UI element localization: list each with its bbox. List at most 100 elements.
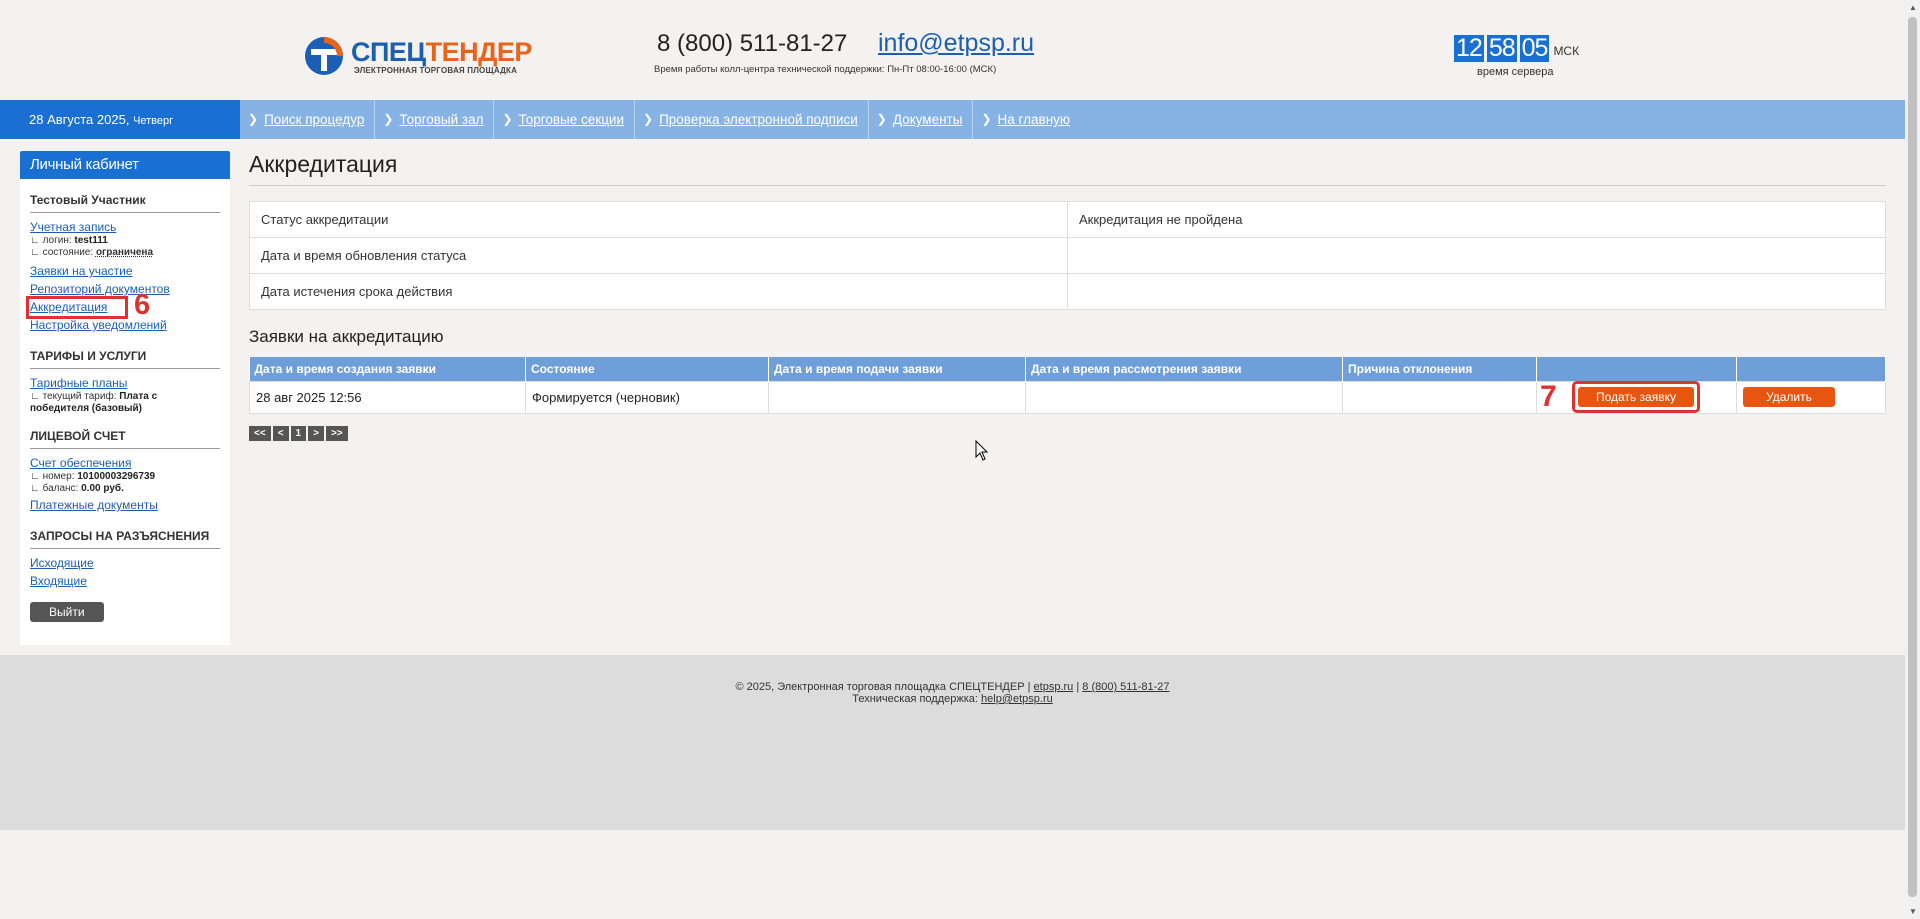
header-email-link[interactable]: info@etpsp.ru bbox=[878, 29, 1034, 58]
user-name: Тестовый Участник bbox=[30, 179, 220, 213]
sidebar-item-payments[interactable]: Платежные документы bbox=[30, 498, 220, 513]
sidebar-item-incoming[interactable]: Входящие bbox=[30, 574, 220, 589]
sidebar-header: Личный кабинет bbox=[20, 151, 230, 179]
expiry-value bbox=[1067, 273, 1886, 310]
col-submit bbox=[1536, 357, 1737, 381]
clock-minutes: 58 bbox=[1486, 34, 1517, 62]
mouse-cursor-icon bbox=[975, 440, 989, 461]
requests-title: ЗАПРОСЫ НА РАЗЪЯСНЕНИЯ bbox=[30, 513, 220, 549]
page-title: Аккредитация bbox=[249, 151, 1886, 186]
state-info: ∟ состояние: ограничена bbox=[30, 247, 154, 258]
cell-reviewed bbox=[1025, 380, 1343, 414]
col-state: Состояние bbox=[525, 357, 769, 381]
cell-state: Формируется (черновик) bbox=[525, 380, 769, 414]
logo-subtitle: ЭЛЕКТРОННАЯ ТОРГОВАЯ ПЛОЩАДКА bbox=[354, 66, 518, 75]
logo-mark-icon bbox=[305, 37, 343, 75]
sidebar-item-repository[interactable]: Репозиторий документов bbox=[30, 282, 220, 297]
main-content: Аккредитация Статус аккредитации Аккреди… bbox=[249, 151, 1886, 441]
tariff-info: ∟ текущий тариф: Плата с победителя (базо… bbox=[30, 391, 158, 414]
delete-button[interactable]: Удалить bbox=[1743, 387, 1835, 407]
status-updated-value bbox=[1067, 237, 1886, 274]
cell-submit: 7 Подать заявку bbox=[1536, 379, 1737, 414]
page-last-button[interactable]: >> bbox=[325, 425, 348, 441]
chevron-right-icon: ❯ bbox=[248, 112, 259, 126]
chevron-right-icon: ❯ bbox=[643, 112, 654, 126]
status-updated-label: Дата и время обновления статуса bbox=[249, 237, 1068, 274]
accreditation-status-table: Статус аккредитации Аккредитация не прой… bbox=[249, 201, 1886, 310]
support-hours: Время работы колл-центра технической под… bbox=[654, 64, 997, 75]
account-balance: ∟ баланс: 0.00 руб. bbox=[30, 483, 124, 494]
chevron-right-icon: ❯ bbox=[876, 112, 887, 126]
nav-item-trading-hall[interactable]: ❯ Торговый зал bbox=[375, 100, 495, 139]
nav-item-signature-check[interactable]: ❯ Проверка электронной подписи bbox=[635, 100, 869, 139]
step-marker-6: 6 bbox=[134, 289, 151, 321]
nav-item-home[interactable]: ❯ На главную bbox=[973, 100, 1080, 139]
sidebar-item-account[interactable]: Учетная запись bbox=[30, 220, 220, 235]
clock-seconds: 05 bbox=[1519, 34, 1550, 62]
table-row: Дата и время обновления статуса bbox=[249, 237, 1886, 274]
cell-created: 28 авг 2025 12:56 bbox=[249, 380, 526, 414]
status-value: Аккредитация не пройдена bbox=[1067, 201, 1886, 238]
cell-submitted bbox=[768, 380, 1026, 414]
cell-reason bbox=[1342, 380, 1537, 414]
sidebar-item-applications[interactable]: Заявки на участие bbox=[30, 264, 220, 279]
nav-item-search[interactable]: ❯ Поиск процедур bbox=[240, 100, 376, 139]
col-created: Дата и время создания заявки bbox=[249, 357, 526, 381]
submit-highlight: Подать заявку bbox=[1572, 381, 1700, 413]
col-delete bbox=[1736, 357, 1886, 381]
sidebar-item-accreditation[interactable]: Аккредитация bbox=[26, 296, 128, 319]
page-1-button[interactable]: 1 bbox=[290, 425, 307, 441]
footer-copyright: © 2025, Электронная торговая площадка СП… bbox=[735, 681, 1170, 693]
sidebar-item-notifications[interactable]: Настройка уведомлений bbox=[30, 318, 220, 333]
step-marker-7: 7 bbox=[1540, 379, 1557, 413]
cell-delete: Удалить bbox=[1736, 380, 1886, 414]
clock-label: время сервера bbox=[1477, 66, 1554, 78]
page-next-button[interactable]: > bbox=[308, 425, 324, 441]
sidebar-item-tariffs[interactable]: Тарифные планы bbox=[30, 376, 220, 391]
header-phone: 8 (800) 511-81-27 bbox=[657, 30, 848, 57]
footer-support: Техническая поддержка: help@etpsp.ru bbox=[852, 693, 1053, 705]
scroll-thumb[interactable] bbox=[1908, 17, 1917, 897]
status-label: Статус аккредитации bbox=[249, 201, 1068, 238]
table-row: Статус аккредитации Аккредитация не прой… bbox=[249, 201, 1886, 238]
nav-item-documents[interactable]: ❯ Документы bbox=[869, 100, 974, 139]
sidebar-item-deposit[interactable]: Счет обеспечения bbox=[30, 456, 220, 471]
page-scrollbar[interactable]: ▲ ▼ bbox=[1905, 0, 1920, 919]
clock-timezone: МСК bbox=[1553, 44, 1580, 58]
table-row: Дата истечения срока действия bbox=[249, 273, 1886, 310]
current-date: 28 Августа 2025, Четверг bbox=[0, 100, 240, 139]
site-logo[interactable]: СПЕЦТЕНДЕР ЭЛЕКТРОННАЯ ТОРГОВАЯ ПЛОЩАДКА bbox=[303, 33, 543, 79]
site-header: СПЕЦТЕНДЕР ЭЛЕКТРОННАЯ ТОРГОВАЯ ПЛОЩАДКА… bbox=[0, 0, 1905, 100]
footer-phone-link[interactable]: 8 (800) 511-81-27 bbox=[1082, 681, 1169, 693]
tariffs-title: ТАРИФЫ И УСЛУГИ bbox=[30, 333, 220, 369]
account-number: ∟ номер: 10100003296739 bbox=[30, 471, 156, 482]
clock-hours: 12 bbox=[1454, 34, 1484, 62]
scroll-up-icon[interactable]: ▲ bbox=[1909, 3, 1917, 12]
main-nav: 28 Августа 2025, Четверг ❯ Поиск процедур… bbox=[0, 100, 1905, 139]
sidebar-item-outgoing[interactable]: Исходящие bbox=[30, 556, 220, 571]
expiry-label: Дата истечения срока действия bbox=[249, 273, 1068, 310]
table-row: 28 авг 2025 12:56 Формируется (черновик)… bbox=[249, 379, 1886, 414]
site-footer: © 2025, Электронная торговая площадка СП… bbox=[0, 655, 1905, 830]
chevron-right-icon: ❯ bbox=[383, 112, 394, 126]
accreditation-requests-table: Дата и время создания заявки Состояние Д… bbox=[249, 357, 1886, 414]
server-clock: 12 58 05 МСК bbox=[1454, 35, 1579, 62]
logout-button[interactable]: Выйти bbox=[30, 602, 104, 622]
scroll-down-icon[interactable]: ▼ bbox=[1909, 907, 1917, 916]
footer-support-email[interactable]: help@etpsp.ru bbox=[981, 693, 1053, 705]
page-first-button[interactable]: << bbox=[249, 425, 271, 441]
logo-wordmark: СПЕЦТЕНДЕР bbox=[351, 37, 532, 67]
requests-section-title: Заявки на аккредитацию bbox=[249, 327, 444, 346]
submit-application-button[interactable]: Подать заявку bbox=[1578, 387, 1694, 407]
page-prev-button[interactable]: < bbox=[272, 425, 289, 441]
nav-item-trading-sections[interactable]: ❯ Торговые секции bbox=[494, 100, 636, 139]
chevron-right-icon: ❯ bbox=[502, 112, 513, 126]
col-reason: Причина отклонения bbox=[1342, 357, 1537, 381]
table-header: Дата и время создания заявки Состояние Д… bbox=[249, 357, 1886, 381]
col-reviewed: Дата и время рассмотрения заявки bbox=[1025, 357, 1343, 381]
col-submitted: Дата и время подачи заявки bbox=[768, 357, 1026, 381]
pagination: << < 1 > >> bbox=[249, 425, 1886, 441]
footer-site-link[interactable]: etpsp.ru bbox=[1034, 681, 1074, 693]
account-title: ЛИЦЕВОЙ СЧЕТ bbox=[30, 415, 220, 449]
chevron-right-icon: ❯ bbox=[981, 112, 992, 126]
